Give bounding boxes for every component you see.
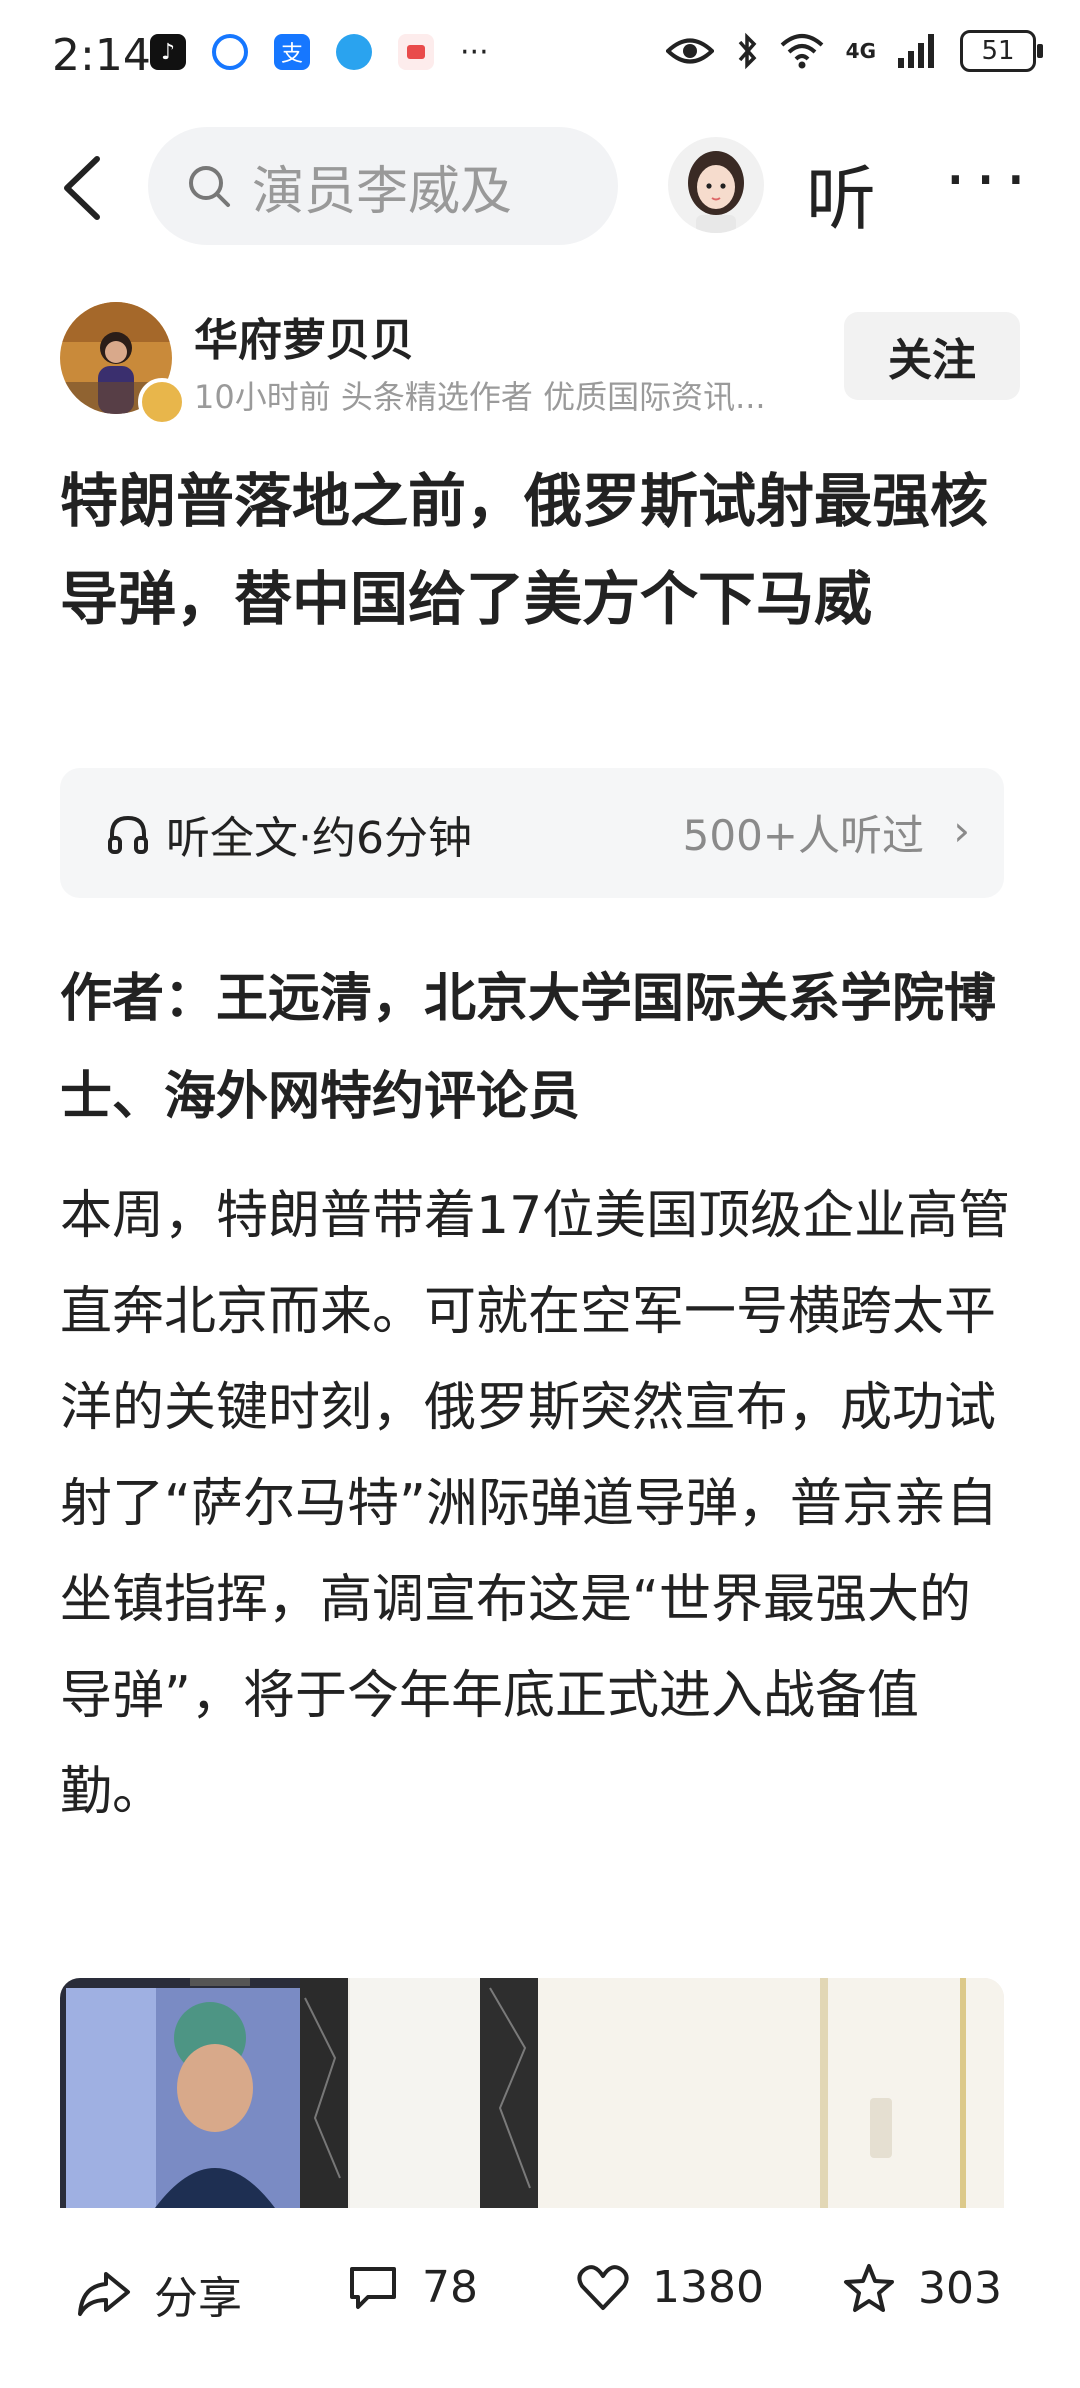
article-title: 特朗普落地之前，俄罗斯试射最强核导弹，替中国给了美方个下马威 [60,467,989,633]
battery-indicator: 51 [960,30,1043,72]
heart-icon [577,2264,629,2310]
more-notifications-icon: ··· [460,34,489,70]
author-meta: 10小时前 头条精选作者 优质国际资讯... [194,378,766,416]
network-type: 4G [845,39,876,63]
favorite-count: 303 [918,2262,1002,2314]
listener-count: 500+人听过 [682,811,924,860]
like-button[interactable]: 1380 [576,2262,764,2313]
author-name[interactable]: 华府萝贝贝 [194,304,414,368]
signal-icon [898,34,934,68]
article-body: 本周，特朗普带着17位美国顶级企业高管直奔北京而来。可就在空军一号横跨太平洋的关… [60,1186,1011,1822]
search-query-text: 演员李威及 [252,161,513,222]
headphones-icon [108,815,148,854]
article-byline: 作者：王远清，北京大学国际关系学院博士、海外网特约评论员 [60,969,997,1127]
bluetooth-icon [738,32,757,70]
favorite-button[interactable]: 303 [842,2262,1002,2314]
more-menu-button[interactable]: ··· [944,139,1035,221]
article-photo [60,1978,1004,2208]
status-bar: 2:14 ♪ 支 ··· 4G 51 [0,0,1080,120]
star-icon [844,2264,894,2312]
article-image[interactable] [60,1978,1004,2208]
status-time: 2:14 [52,30,151,81]
listen-full-text-card[interactable]: 听全文·约6分钟 500+人听过 › [60,768,1004,898]
top-bar: 演员李威及 听 ··· [0,125,1080,255]
verified-badge-icon [138,378,186,426]
alipay-icon: 支 [274,34,310,70]
wifi-icon [780,34,823,69]
status-app-icons: ♪ 支 ··· [150,34,489,70]
battery-level: 51 [981,36,1015,66]
share-icon [78,2272,130,2316]
avatar-girl-icon [688,151,744,233]
author-row: 华府萝贝贝 10小时前 头条精选作者 优质国际资讯... 关注 [60,300,1020,426]
share-label: 分享 [154,2273,242,2324]
search-icon [189,166,230,207]
app-circle-icon [212,34,248,70]
red-app-icon [398,34,434,70]
chevron-right-icon: › [953,806,970,855]
comment-icon [350,2266,396,2309]
listen-full-text-label: 听全文·约6分钟 [166,813,472,864]
listen-button[interactable]: 听 [806,143,876,244]
globe-app-icon [336,34,372,70]
bottom-action-bar: 分享 78 1380 303 [0,2208,1080,2388]
assistant-avatar[interactable] [668,137,764,233]
comment-count: 78 [422,2262,478,2313]
eye-icon [665,38,714,64]
follow-button[interactable]: 关注 [844,312,1020,400]
search-bar[interactable]: 演员李威及 [148,127,618,245]
comment-button[interactable]: 78 [346,2262,478,2313]
share-button[interactable]: 分享 [76,2262,242,2326]
status-right: 4G 51 [665,30,1043,72]
tiktok-icon: ♪ [150,34,186,70]
like-count: 1380 [652,2262,764,2313]
back-arrow-icon[interactable] [55,153,115,223]
